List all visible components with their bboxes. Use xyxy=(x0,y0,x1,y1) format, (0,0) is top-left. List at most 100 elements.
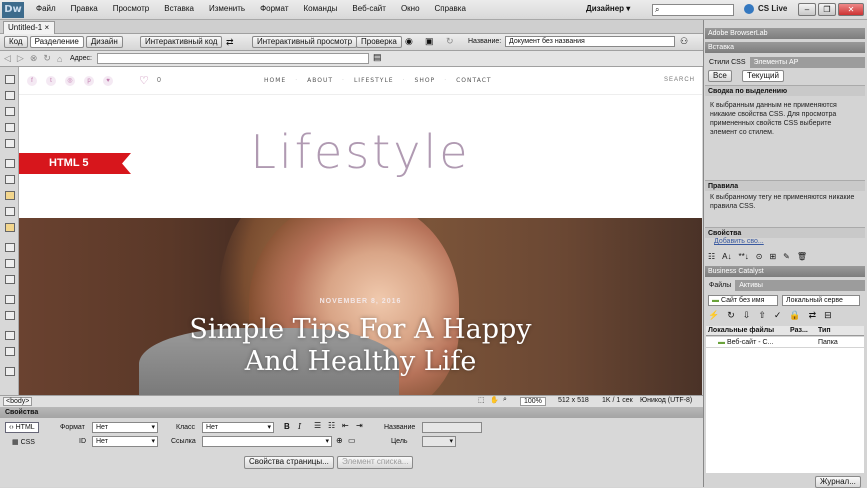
class-select[interactable]: Нет ▾ xyxy=(202,422,274,433)
nav-about[interactable]: ABOUT xyxy=(307,77,333,84)
twitter-icon[interactable]: t xyxy=(46,76,56,86)
facebook-icon[interactable]: f xyxy=(27,76,37,86)
tool-icon[interactable] xyxy=(5,223,15,232)
insert-panel-header[interactable]: Вставка xyxy=(705,42,865,53)
tool-icon[interactable] xyxy=(5,107,15,116)
workspace-switcher[interactable]: Дизайнер ▾ xyxy=(586,4,630,13)
select-tool-icon[interactable]: ⬚ xyxy=(478,396,485,404)
address-input[interactable] xyxy=(97,53,369,64)
add-property-link[interactable]: Добавить сво... xyxy=(714,238,764,245)
checkout-icon[interactable]: ✓ xyxy=(774,310,782,321)
unordered-list-icon[interactable]: ☰ xyxy=(314,421,321,430)
properties-header[interactable]: Свойства xyxy=(0,407,703,418)
log-button[interactable]: Журнал... xyxy=(815,476,861,488)
tab-files[interactable]: Файлы xyxy=(705,280,736,291)
instagram-icon[interactable]: ◎ xyxy=(65,76,75,86)
col-local-files[interactable]: Локальные файлы xyxy=(706,327,790,334)
close-icon[interactable]: × xyxy=(44,23,49,32)
css-mode-button[interactable]: ▦ CSS xyxy=(12,438,35,446)
menu-site[interactable]: Веб-сайт xyxy=(352,4,386,13)
new-rule-icon[interactable]: ⊞ xyxy=(769,252,776,261)
tag-selector[interactable]: <body> xyxy=(3,397,33,406)
pinterest-icon[interactable]: p xyxy=(84,76,94,86)
minimize-button[interactable]: ‒ xyxy=(798,3,816,16)
site-search-link[interactable]: SEARCH xyxy=(664,77,695,83)
current-mode-button[interactable]: Текущий xyxy=(742,70,784,82)
multiscreen-icon[interactable]: ▣ xyxy=(425,36,434,47)
tool-icon[interactable] xyxy=(5,311,15,320)
properties-section-header[interactable]: Свойства xyxy=(705,227,865,238)
tool-icon[interactable] xyxy=(5,75,15,84)
indent-icon[interactable]: ⇥ xyxy=(356,421,363,430)
page-properties-button[interactable]: Свойства страницы... xyxy=(244,456,334,469)
menu-window[interactable]: Окно xyxy=(401,4,420,13)
tool-icon[interactable] xyxy=(5,159,15,168)
format-select[interactable]: Нет ▾ xyxy=(92,422,158,433)
target-select[interactable]: ▾ xyxy=(422,436,456,447)
menu-commands[interactable]: Команды xyxy=(304,4,338,13)
design-view-button[interactable]: Дизайн xyxy=(85,36,123,48)
bold-button[interactable]: B xyxy=(284,422,290,431)
refresh-icon[interactable]: ↻ xyxy=(446,36,454,47)
menu-help[interactable]: Справка xyxy=(435,4,466,13)
all-mode-button[interactable]: Все xyxy=(708,70,732,82)
view-options-icon[interactable]: ▤ xyxy=(373,52,382,63)
nav-shop[interactable]: SHOP xyxy=(415,77,436,84)
ordered-list-icon[interactable]: ☷ xyxy=(328,421,335,430)
file-management-icon[interactable]: ⚇ xyxy=(680,36,688,47)
files-list-area[interactable] xyxy=(706,348,864,473)
col-type[interactable]: Тип xyxy=(818,327,831,334)
tool-icon[interactable] xyxy=(5,139,15,148)
category-view-icon[interactable]: ☷ xyxy=(708,252,715,261)
list-item-button[interactable]: Элемент списка... xyxy=(337,456,414,469)
browserlab-panel-header[interactable]: Adobe BrowserLab xyxy=(705,28,865,39)
heart-icon[interactable]: ♡ xyxy=(139,74,149,87)
title-field[interactable] xyxy=(422,422,482,433)
outdent-icon[interactable]: ⇤ xyxy=(342,421,349,430)
tool-icon[interactable] xyxy=(5,275,15,284)
reload-icon[interactable]: ↻ xyxy=(43,53,51,64)
tool-icon[interactable] xyxy=(5,295,15,304)
edit-rule-icon[interactable]: ✎ xyxy=(783,252,790,261)
italic-button[interactable]: I xyxy=(298,422,301,431)
attach-stylesheet-icon[interactable]: ⊙ xyxy=(756,252,763,261)
hand-tool-icon[interactable]: ✋ xyxy=(490,396,499,404)
tool-icon[interactable] xyxy=(5,191,15,200)
rules-section-header[interactable]: Правила xyxy=(705,180,865,191)
menu-modify[interactable]: Изменить xyxy=(209,4,245,13)
checkin-icon[interactable]: 🔒 xyxy=(789,310,800,321)
back-icon[interactable]: ◁ xyxy=(4,53,11,64)
live-view-button[interactable]: Интерактивный просмотр xyxy=(252,36,358,48)
col-size[interactable]: Раз... xyxy=(790,327,818,334)
site-select[interactable]: ▬ Сайт без имя xyxy=(708,295,778,306)
post-title[interactable]: Simple Tips For A Happy And Healthy Life xyxy=(169,314,552,378)
tool-icon[interactable] xyxy=(5,91,15,100)
menu-file[interactable]: Файл xyxy=(36,4,56,13)
expand-icon[interactable]: ⊟ xyxy=(824,310,832,321)
tool-icon[interactable] xyxy=(5,123,15,132)
server-view-select[interactable]: Локальный серве xyxy=(782,295,860,306)
tool-icon[interactable] xyxy=(5,367,15,376)
set-properties-icon[interactable]: **↓ xyxy=(739,252,749,261)
tab-css-styles[interactable]: Стили CSS xyxy=(705,57,750,68)
cs-live-button[interactable]: CS Live xyxy=(758,4,787,13)
tool-icon[interactable] xyxy=(5,259,15,268)
document-tab[interactable]: Untitled-1 × xyxy=(3,21,55,34)
tool-icon[interactable] xyxy=(5,207,15,216)
tool-icon[interactable] xyxy=(5,243,15,252)
home-icon[interactable]: ⌂ xyxy=(57,54,62,64)
stop-icon[interactable]: ⊗ xyxy=(30,53,38,64)
zoom-select[interactable]: 100% xyxy=(520,397,546,406)
html-mode-button[interactable]: ‹› HTML xyxy=(5,422,39,433)
tab-assets[interactable]: Активы xyxy=(735,282,767,289)
refresh-icon[interactable]: ↻ xyxy=(727,310,735,321)
id-select[interactable]: Нет ▾ xyxy=(92,436,158,447)
globe-icon[interactable]: ◉ xyxy=(405,36,413,47)
forward-icon[interactable]: ▷ xyxy=(17,53,24,64)
get-files-icon[interactable]: ⇩ xyxy=(743,310,751,321)
live-code-button[interactable]: Интерактивный код xyxy=(140,36,223,48)
menu-view[interactable]: Просмотр xyxy=(113,4,150,13)
connect-icon[interactable]: ⚡ xyxy=(708,310,719,321)
put-files-icon[interactable]: ⇧ xyxy=(758,310,766,321)
business-catalyst-header[interactable]: Business Catalyst xyxy=(705,266,865,277)
